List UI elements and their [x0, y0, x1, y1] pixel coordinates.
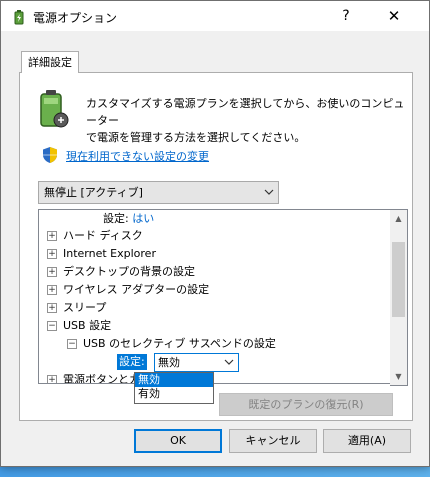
- collapse-icon[interactable]: −: [47, 321, 57, 331]
- restore-default-plan-button[interactable]: 既定のプランの復元(R): [219, 393, 393, 416]
- description-text: カスタマイズする電源プランを選択してから、お使いのコンピューター で電源を管理す…: [86, 95, 406, 146]
- power-plan-select[interactable]: 無停止 [アクティブ]: [38, 181, 279, 204]
- collapse-icon[interactable]: −: [67, 339, 77, 349]
- usb-setting-dropdown-list[interactable]: 無効 有効: [134, 372, 214, 404]
- title-bar[interactable]: 電源オプション ? ✕: [1, 1, 429, 31]
- expand-icon[interactable]: +: [47, 303, 57, 313]
- dropdown-option-enabled[interactable]: 有効: [135, 387, 213, 401]
- scroll-up-icon[interactable]: ▲: [390, 210, 407, 227]
- expand-icon[interactable]: +: [47, 267, 57, 277]
- cancel-button[interactable]: キャンセル: [229, 429, 317, 453]
- tree-item-sleep[interactable]: + スリープ: [47, 299, 106, 317]
- tree-item-label: スリープ: [63, 301, 107, 314]
- close-button[interactable]: ✕: [371, 1, 417, 31]
- chevron-down-icon: [264, 189, 274, 195]
- expand-icon[interactable]: +: [47, 375, 57, 383]
- setting-value: はい: [132, 212, 155, 225]
- description-line-1: カスタマイズする電源プランを選択してから、お使いのコンピューター: [86, 97, 405, 127]
- power-plan-select-value: 無停止 [アクティブ]: [44, 186, 143, 199]
- help-button[interactable]: ?: [323, 1, 369, 31]
- battery-icon: [40, 90, 69, 128]
- tree-item-internet-explorer[interactable]: + Internet Explorer: [47, 245, 156, 263]
- tree-item-label: ワイヤレス アダプターの設定: [63, 283, 210, 296]
- expand-icon[interactable]: +: [47, 285, 57, 295]
- tree-item-usb-settings[interactable]: − USB 設定: [47, 317, 111, 335]
- tree-item-label: デスクトップの背景の設定: [63, 265, 195, 278]
- scroll-down-icon[interactable]: ▼: [390, 368, 407, 385]
- change-unavailable-settings-link[interactable]: 現在利用できない設定の変更: [66, 148, 209, 164]
- tree-scrollbar[interactable]: ▲ ▼: [390, 209, 408, 386]
- tree-item-label: USB 設定: [63, 319, 112, 332]
- description-line-2: で電源を管理する方法を選択してください。: [86, 131, 306, 144]
- expand-icon[interactable]: +: [47, 231, 57, 241]
- tree-item-label: ハード ディスク: [63, 229, 143, 242]
- apply-button[interactable]: 適用(A): [323, 429, 411, 453]
- tree-setting-row[interactable]: 設定: はい: [103, 210, 154, 228]
- advanced-settings-panel: カスタマイズする電源プランを選択してから、お使いのコンピューター で電源を管理す…: [19, 72, 413, 421]
- power-options-icon: [14, 10, 24, 25]
- window-title: 電源オプション: [33, 11, 118, 25]
- usb-setting-select-value: 無効: [158, 356, 180, 369]
- chevron-down-icon: [224, 359, 234, 365]
- settings-tree[interactable]: 設定: はい + ハード ディスク + Internet Explorer + …: [38, 209, 392, 384]
- tree-item-label: USB のセレクティブ サスペンドの設定: [83, 337, 276, 350]
- tree-item-wireless-adapter[interactable]: + ワイヤレス アダプターの設定: [47, 281, 209, 299]
- expand-icon[interactable]: +: [47, 249, 57, 259]
- uac-shield-icon: [43, 147, 57, 163]
- dropdown-option-disabled[interactable]: 無効: [135, 373, 213, 387]
- tree-usb-setting-row[interactable]: 設定: 無効: [39, 353, 389, 372]
- usb-setting-label: 設定:: [117, 354, 147, 370]
- tree-item-usb-selective-suspend[interactable]: − USB のセレクティブ サスペンドの設定: [67, 335, 276, 353]
- scroll-thumb[interactable]: [392, 242, 405, 317]
- tree-item-hard-disk[interactable]: + ハード ディスク: [47, 227, 143, 245]
- tab-advanced-settings[interactable]: 詳細設定: [21, 51, 79, 73]
- ok-button[interactable]: OK: [134, 429, 222, 453]
- setting-label: 設定:: [103, 212, 129, 225]
- power-options-dialog: 電源オプション ? ✕ 詳細設定 カスタマイズする電源プランを選択してから、お使…: [0, 0, 430, 467]
- tree-item-label: Internet Explorer: [63, 247, 156, 260]
- tree-item-desktop-background[interactable]: + デスクトップの背景の設定: [47, 263, 195, 281]
- usb-setting-select[interactable]: 無効: [154, 353, 239, 372]
